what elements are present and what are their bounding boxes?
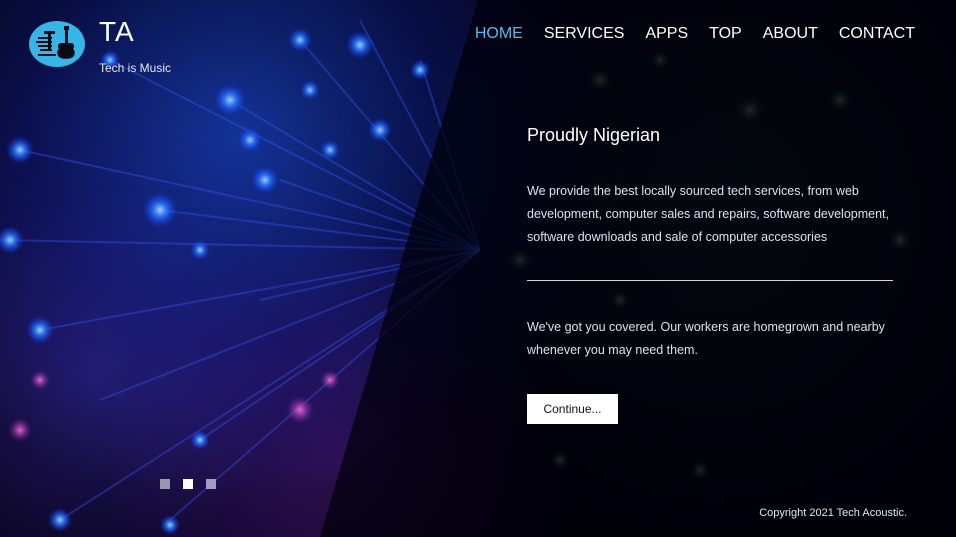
nav-item-home[interactable]: HOME [475,25,523,43]
slider-dots [160,479,216,489]
nav-item-about[interactable]: ABOUT [763,25,818,43]
divider [527,280,893,281]
slider-dot-1[interactable] [160,479,170,489]
hero-heading: Proudly Nigerian [527,125,661,145]
main-nav: HOME SERVICES APPS TOP ABOUT CONTACT [475,25,915,43]
brand-tagline: Tech is Music [99,61,172,75]
slider-dot-2[interactable] [183,479,193,489]
copyright-text: Copyright 2021 Tech Acoustic. [759,507,907,519]
dark-diagonal-overlay [320,0,956,537]
page: TA Tech is Music HOME SERVICES APPS TOP … [0,0,956,537]
slider-dot-3[interactable] [206,479,216,489]
nav-item-top[interactable]: TOP [709,25,742,43]
brand-title: TA [99,16,135,47]
guitar-icon [36,26,75,59]
logo[interactable] [29,21,85,67]
continue-button[interactable]: Continue... [527,394,618,424]
hero-paragraph-services: We provide the best locally sourced tech… [527,184,889,244]
nav-item-apps[interactable]: APPS [645,25,688,43]
nav-item-services[interactable]: SERVICES [544,25,625,43]
hero-paragraph-coverage: We've got you covered. Our workers are h… [527,320,885,357]
nav-item-contact[interactable]: CONTACT [839,25,915,43]
